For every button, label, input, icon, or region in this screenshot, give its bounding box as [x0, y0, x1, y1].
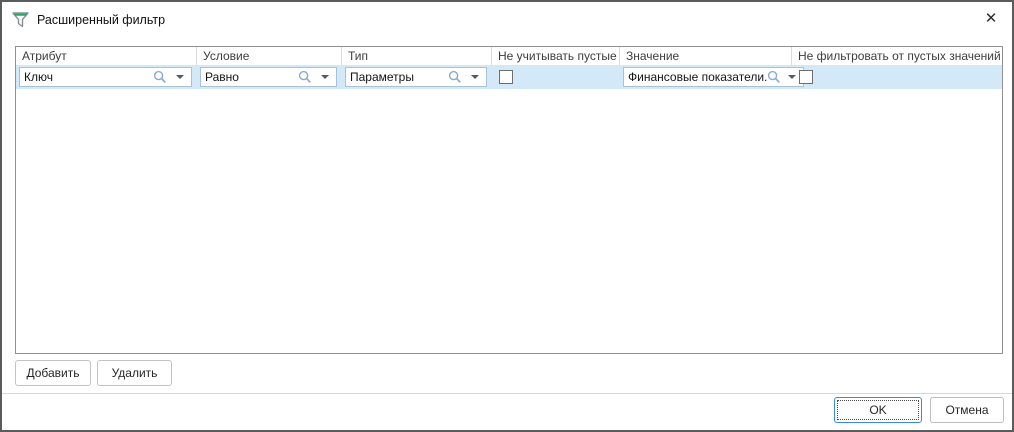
- filter-funnel-icon: [12, 12, 29, 28]
- search-icon[interactable]: [153, 70, 167, 84]
- column-header-ignore-empty[interactable]: Не учитывать пустые: [492, 47, 620, 65]
- chevron-down-icon[interactable]: [176, 75, 184, 79]
- ok-button[interactable]: OK: [834, 397, 922, 423]
- filter-row: Ключ Равно Параметры Финансовые показате…: [16, 65, 1002, 89]
- dialog-title: Расширенный фильтр: [37, 13, 166, 27]
- cell-no-filter-empty: [792, 65, 1002, 89]
- titlebar: Расширенный фильтр ✕: [2, 2, 1012, 38]
- attribute-editor[interactable]: Ключ: [19, 67, 192, 87]
- type-editor[interactable]: Параметры: [345, 67, 487, 87]
- add-button[interactable]: Добавить: [15, 360, 91, 386]
- column-header-type[interactable]: Тип: [342, 47, 492, 65]
- cell-type: Параметры: [342, 65, 492, 89]
- no-filter-empty-checkbox[interactable]: [799, 70, 813, 84]
- close-icon[interactable]: ✕: [978, 6, 1004, 30]
- search-icon[interactable]: [298, 70, 312, 84]
- condition-value: Равно: [205, 70, 239, 84]
- column-header-attribute[interactable]: Атрибут: [16, 47, 197, 65]
- search-icon[interactable]: [767, 70, 781, 84]
- value-value: Финансовые показатели.: [628, 70, 768, 84]
- column-header-condition[interactable]: Условие: [197, 47, 342, 65]
- attribute-value: Ключ: [24, 70, 53, 84]
- search-icon[interactable]: [448, 70, 462, 84]
- advanced-filter-dialog: Расширенный фильтр ✕ Атрибут Условие Тип…: [0, 0, 1014, 432]
- grid-header: Атрибут Условие Тип Не учитывать пустые …: [16, 47, 1002, 65]
- chevron-down-icon[interactable]: [321, 75, 329, 79]
- cancel-button[interactable]: Отмена: [930, 397, 1004, 423]
- type-value: Параметры: [350, 70, 414, 84]
- column-header-no-filter-empty[interactable]: Не фильтровать от пустых значений: [792, 47, 1002, 65]
- value-editor[interactable]: Финансовые показатели.: [623, 67, 805, 87]
- delete-button[interactable]: Удалить: [97, 360, 172, 386]
- cell-value: Финансовые показатели.: [620, 65, 805, 89]
- chevron-down-icon[interactable]: [471, 75, 479, 79]
- footer-divider: [2, 393, 1012, 394]
- filter-grid: Атрибут Условие Тип Не учитывать пустые …: [15, 46, 1003, 354]
- ignore-empty-checkbox[interactable]: [499, 70, 513, 84]
- cell-condition: Равно: [197, 65, 342, 89]
- cell-attribute: Ключ: [16, 65, 197, 89]
- cell-ignore-empty: [492, 65, 620, 89]
- column-header-value[interactable]: Значение: [620, 47, 792, 65]
- condition-editor[interactable]: Равно: [200, 67, 337, 87]
